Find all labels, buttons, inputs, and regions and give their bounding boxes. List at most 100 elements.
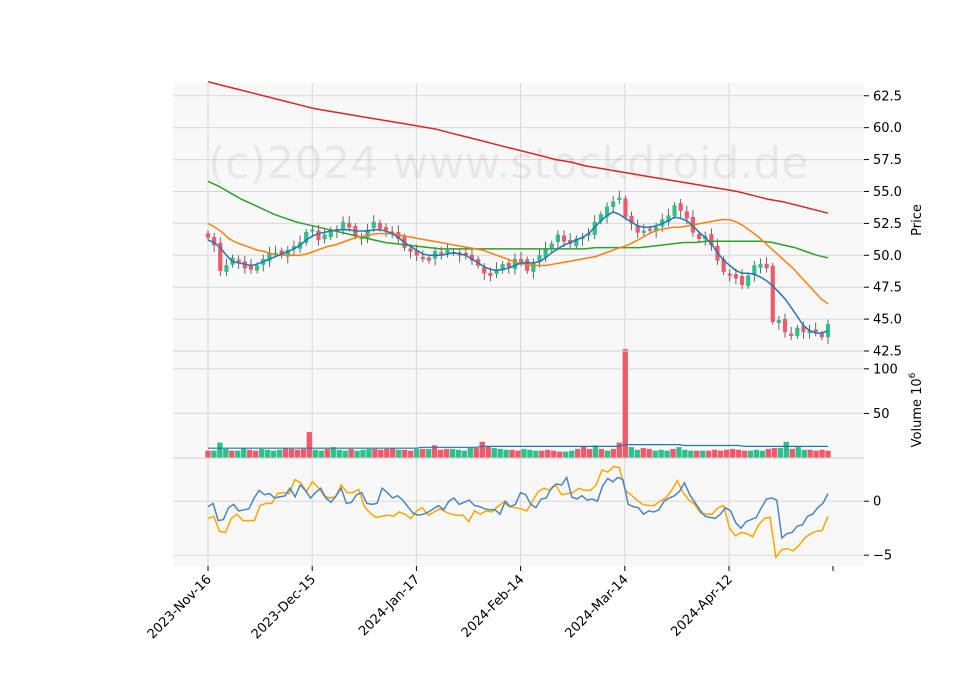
volume-bar — [676, 447, 682, 459]
volume-bar — [807, 449, 813, 459]
candle-body — [383, 227, 389, 231]
price-tick-label: 62.5 — [873, 89, 902, 104]
volume-bar — [825, 450, 831, 459]
oscillator-panel-bg — [173, 458, 864, 566]
candle-body — [518, 258, 524, 262]
candle-body — [617, 197, 622, 200]
candle-body — [531, 262, 536, 272]
volume-bar — [563, 451, 569, 459]
volume-bar — [264, 449, 271, 459]
volume-bar — [485, 446, 491, 459]
candle-body — [697, 234, 702, 239]
volume-tick-label: 100 — [873, 362, 898, 377]
volume-bar — [294, 449, 301, 459]
candle-body — [439, 252, 444, 255]
volume-bar — [473, 448, 479, 459]
candle-body — [340, 221, 346, 230]
price-axis-label: Price — [910, 204, 925, 236]
candle-body — [561, 235, 567, 242]
volume-bar — [396, 449, 402, 459]
x-axis-ticks: 2023-Nov-16 2023-Dec-15 2024-Jan-17 2024-Fe… — [145, 566, 834, 642]
candle-body — [224, 265, 229, 272]
volume-bar — [247, 449, 253, 459]
x-tick-label: 2023-Dec-15 — [249, 572, 319, 642]
volume-bar — [771, 448, 778, 459]
x-tick-label: 2024-Feb-14 — [459, 572, 528, 641]
volume-bar — [330, 447, 336, 459]
volume-bar — [443, 448, 450, 459]
candle-body — [488, 272, 493, 276]
candle-body — [733, 274, 738, 279]
x-tick-label: 2024-Mar-14 — [563, 572, 632, 641]
volume-bar — [598, 448, 605, 459]
volume-bar — [217, 442, 223, 459]
x-tick-label: 2023-Nov-16 — [145, 572, 215, 642]
volume-bar — [545, 449, 551, 459]
candle-body — [684, 211, 689, 219]
volume-bar — [729, 448, 736, 459]
volume-bar — [205, 450, 211, 459]
x-tick-label: 2024-Jan-17 — [356, 572, 423, 639]
oscillator-tick-label: 0 — [873, 495, 881, 510]
y-axis-ticks: 42.5 45.0 47.5 50.0 52.5 55.0 57.5 60.0 62.5 50 10… — [864, 89, 902, 564]
volume-bar — [819, 449, 825, 459]
candle-body — [408, 248, 413, 252]
volume-bar — [688, 450, 694, 459]
price-tick-label: 47.5 — [873, 281, 902, 296]
price-panel-bg — [173, 83, 864, 351]
candle-body — [445, 249, 450, 254]
volume-bar — [586, 448, 593, 459]
volume-bar — [467, 448, 473, 459]
candle-body — [647, 228, 653, 231]
volume-bar — [694, 450, 700, 459]
candle-body — [506, 262, 511, 268]
volume-bar — [604, 450, 611, 459]
volume-bar — [795, 447, 801, 459]
volume-bar — [258, 448, 265, 459]
candle-body — [426, 257, 432, 261]
candle-body — [795, 327, 800, 336]
volume-bar — [700, 450, 706, 459]
candle-body — [813, 329, 818, 333]
volume-bar — [282, 448, 289, 459]
volume-bar — [664, 450, 670, 459]
volume-bar — [735, 449, 742, 459]
candle-body — [205, 233, 211, 238]
volume-bar — [622, 349, 628, 459]
volume-bar — [288, 448, 295, 459]
volume-bar — [706, 450, 712, 459]
volume-bar — [241, 448, 247, 459]
volume-bar — [765, 448, 772, 459]
volume-bar — [646, 448, 652, 459]
volume-bar — [336, 449, 342, 459]
volume-bar — [682, 449, 688, 459]
candle-body — [727, 273, 732, 276]
volume-bar — [235, 450, 241, 459]
candle-body — [371, 221, 376, 228]
volume-bar — [348, 448, 354, 459]
candle-body — [377, 222, 382, 229]
candle-body — [611, 201, 616, 208]
candle-body — [782, 319, 788, 333]
volume-axis-label: Volume 106 — [908, 372, 925, 447]
volume-bar — [491, 448, 497, 459]
volume-bar — [318, 450, 324, 459]
candle-body — [752, 265, 757, 275]
volume-bar — [718, 450, 724, 459]
volume-bar — [300, 448, 307, 459]
volume-bar — [568, 450, 575, 459]
volume-bar — [515, 450, 521, 459]
price-tick-label: 55.0 — [873, 185, 902, 200]
volume-bar — [312, 449, 318, 459]
volume-bar — [723, 449, 730, 459]
volume-bar — [366, 448, 372, 459]
candle-body — [347, 222, 352, 228]
oscillator-tick-label: −5 — [873, 549, 892, 564]
watermark: (c)2024 www.stockdroid.de — [208, 138, 808, 189]
volume-bar — [360, 449, 366, 459]
stock-chart: (c)2024 www.stockdroid.de 42.5 45.0 47.5 50… — [145, 80, 925, 642]
candle-body — [322, 234, 327, 240]
volume-bar — [521, 448, 527, 459]
candle-body — [420, 257, 425, 260]
candle-body — [739, 275, 745, 285]
